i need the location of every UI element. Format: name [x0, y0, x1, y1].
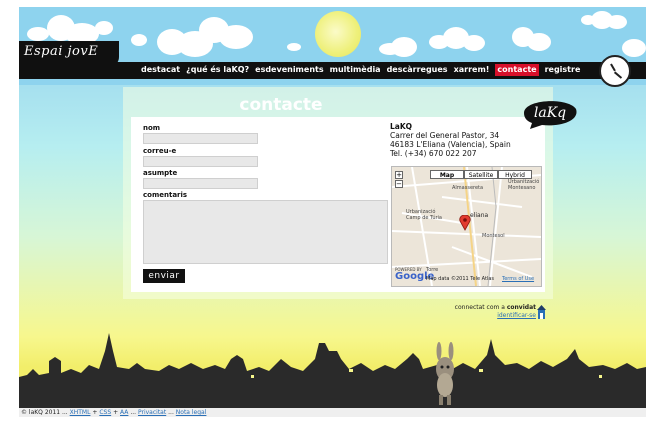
- cloud: [219, 25, 253, 49]
- map-attribution: Map data ©2011 Tele Atlas: [426, 276, 494, 282]
- cloud: [287, 43, 301, 51]
- footer-link-xhtml[interactable]: XHTML: [70, 409, 91, 416]
- nav-item-descarregues[interactable]: descàrregues: [387, 64, 448, 76]
- session-status: connectat com a convidat identificar-se: [399, 304, 536, 320]
- map-label: Urbanizació Camp de Túria: [406, 209, 443, 221]
- footer-separator: +: [92, 409, 98, 416]
- clock-icon: [599, 55, 631, 87]
- footer-link-css[interactable]: CSS: [99, 409, 111, 416]
- map-type-hybrid[interactable]: Hybrid: [498, 170, 532, 179]
- cloud: [622, 39, 646, 57]
- map-label: Montesol: [482, 233, 505, 239]
- comments-label: comentaris: [143, 191, 188, 199]
- map-type-satellite[interactable]: Satellite: [464, 170, 498, 179]
- map-label: Urbanització Montesano: [508, 179, 540, 191]
- map-terms-link[interactable]: Terms of Use: [502, 276, 534, 282]
- nav-item-que-es-lakq[interactable]: ¿qué és laKQ?: [186, 64, 249, 76]
- footer-link-nota-legal[interactable]: Nota legal: [176, 409, 207, 416]
- logo-box[interactable]: Espai jovE: [19, 41, 119, 67]
- cloud: [527, 33, 551, 51]
- nav-item-contacte[interactable]: contacte: [495, 64, 539, 76]
- name-label: nom: [143, 124, 161, 132]
- nav-item-xarrem[interactable]: xarrem!: [454, 64, 490, 76]
- comments-textarea[interactable]: [143, 200, 388, 264]
- send-button[interactable]: enviar: [143, 269, 185, 283]
- map-type-map[interactable]: Map: [430, 170, 464, 179]
- email-field[interactable]: [143, 156, 258, 167]
- zoom-in-button[interactable]: +: [395, 171, 403, 179]
- org-name: LaKQ: [390, 122, 413, 131]
- main-nav: destacat ¿qué és laKQ? esdeveniments mul…: [141, 64, 580, 76]
- map-label: Almassereta: [452, 185, 484, 191]
- nav-item-destacat[interactable]: destacat: [141, 64, 180, 76]
- email-label: correu-e: [143, 147, 177, 155]
- cloud: [27, 27, 49, 41]
- cloud: [607, 15, 627, 29]
- phone-number: Tel. (+34) 670 022 207: [390, 149, 477, 158]
- footer-link-privacitat[interactable]: Privacitat: [138, 409, 166, 416]
- page-frame: Espai jovE destacat ¿qué és laKQ? esdeve…: [19, 7, 646, 417]
- page-title: contacte: [239, 95, 323, 115]
- street-address: Carrer del General Pastor, 34: [390, 131, 500, 140]
- sun: [315, 11, 361, 57]
- nav-item-esdeveniments[interactable]: esdeveniments: [255, 64, 323, 76]
- city-address: 46183 L'Eliana (Valencia), Spain: [390, 140, 511, 149]
- copyright: © laKQ 2011 ...: [21, 409, 68, 416]
- cloud: [95, 21, 113, 35]
- contact-address: LaKQ Carrer del General Pastor, 34 46183…: [390, 122, 511, 158]
- map-marker-icon[interactable]: [459, 215, 471, 231]
- footer-separator: ...: [168, 409, 174, 416]
- cloud: [391, 37, 417, 57]
- nav-item-registre[interactable]: registre: [545, 64, 581, 76]
- name-field[interactable]: [143, 133, 258, 144]
- cloud: [463, 35, 485, 51]
- google-map[interactable]: Map Satellite Hybrid + − Urbanizació Cam…: [391, 166, 542, 287]
- session-prefix: connectat com a: [454, 304, 505, 311]
- cloud: [131, 34, 147, 46]
- session-user: convidat: [506, 304, 536, 311]
- nav-item-multimedia[interactable]: multimèdia: [330, 64, 381, 76]
- clock-minute-hand: [614, 71, 623, 79]
- footer-separator: +: [113, 409, 119, 416]
- session-user-line: connectat com a convidat: [399, 304, 536, 312]
- footer: © laKQ 2011 ... XHTML + CSS + AA ... Pri…: [19, 408, 646, 417]
- subject-field[interactable]: [143, 178, 258, 189]
- map-label: eliana: [470, 212, 489, 219]
- login-door-icon[interactable]: [537, 305, 546, 319]
- login-link[interactable]: identificar-se: [399, 312, 536, 320]
- site-logo[interactable]: Espai jovE: [24, 44, 98, 59]
- footer-separator: ...: [130, 409, 137, 416]
- footer-link-aa[interactable]: AA: [120, 409, 128, 416]
- subject-label: asumpte: [143, 169, 178, 177]
- svg-text:laKq: laKq: [534, 105, 566, 121]
- zoom-out-button[interactable]: −: [395, 180, 403, 188]
- lakq-badge-logo: laKq: [524, 101, 577, 129]
- city-silhouette: [19, 333, 646, 408]
